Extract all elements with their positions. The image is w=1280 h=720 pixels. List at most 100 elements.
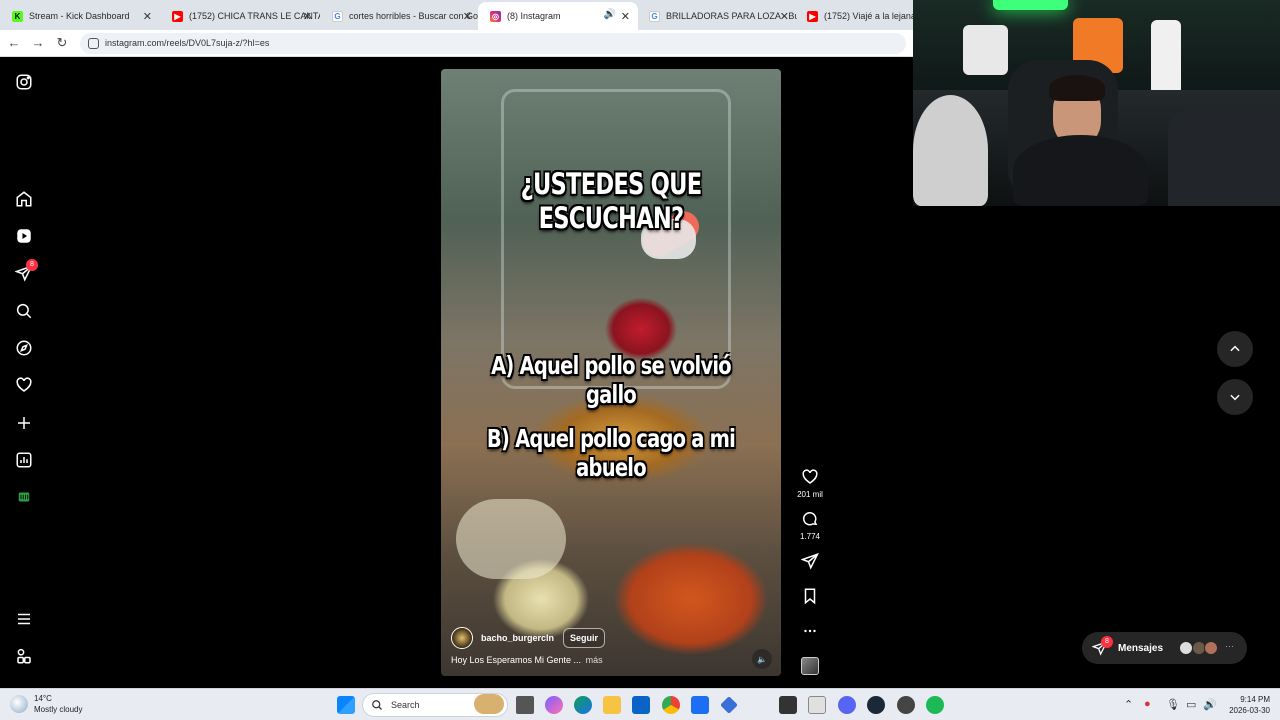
streamer-hair: [1049, 75, 1105, 101]
close-icon[interactable]: ✕: [621, 10, 630, 23]
microphone-icon[interactable]: 🎙: [1166, 698, 1180, 711]
caption-question: ¿USTEDES QUE ESCUCHAN?: [520, 167, 703, 235]
tab-title: (8) Instagram: [507, 11, 561, 21]
dashboard-icon[interactable]: [14, 450, 34, 470]
address-bar[interactable]: instagram.com/reels/DV0L7suja-z/?hl=es: [80, 33, 906, 54]
close-icon[interactable]: ✕: [463, 10, 472, 23]
chrome-icon[interactable]: [662, 696, 680, 714]
system-clock[interactable]: 9:14 PM 2026-03-30: [1222, 694, 1270, 716]
mute-icon[interactable]: 🔈: [752, 649, 772, 669]
back-arrow-icon[interactable]: ←: [6, 35, 22, 51]
search-icon[interactable]: [14, 301, 34, 321]
weather-condition: Mostly cloudy: [34, 705, 83, 714]
capcut-icon[interactable]: [779, 696, 797, 714]
obs-icon[interactable]: [897, 696, 915, 714]
google-favicon-icon: G: [332, 10, 343, 22]
discord-icon[interactable]: [838, 696, 856, 714]
person-left: [913, 95, 988, 206]
search-placeholder: Search: [391, 700, 420, 710]
more-link[interactable]: más: [586, 655, 603, 665]
neon-light: [993, 0, 1068, 10]
instagram-logo-icon[interactable]: [14, 72, 34, 92]
search-highlight-icon[interactable]: [474, 694, 504, 714]
outlook-icon[interactable]: [632, 696, 650, 714]
more-dots-icon: ···: [1225, 641, 1234, 651]
youtube-favicon-icon: ▶: [807, 10, 818, 22]
close-icon[interactable]: ✕: [303, 10, 312, 23]
app-icon[interactable]: [720, 696, 738, 714]
tab-title: (1752) Viajé a la lejana TR: [824, 11, 913, 21]
jersey-white: [963, 25, 1008, 75]
notification-badge: 8: [26, 259, 38, 271]
sauce-cup: [456, 499, 566, 579]
messages-button[interactable]: 8 Mensajes ···: [1082, 632, 1247, 664]
reload-icon[interactable]: ↻: [54, 35, 70, 51]
next-reel-button[interactable]: [1217, 379, 1253, 415]
like-button[interactable]: 201 mil: [790, 468, 830, 499]
edge-icon[interactable]: [574, 696, 592, 714]
jersey-hanging: [1151, 20, 1181, 95]
tab-instagram[interactable]: ◎ (8) Instagram 🔊 ✕: [478, 2, 638, 30]
forward-arrow-icon[interactable]: →: [30, 35, 46, 51]
search-icon: [372, 700, 382, 710]
author-avatar[interactable]: [451, 627, 473, 649]
tab-title: Stream - Kick Dashboard: [29, 11, 130, 21]
spotify-icon[interactable]: [926, 696, 944, 714]
close-icon[interactable]: ✕: [780, 10, 789, 23]
previous-reel-button[interactable]: [1217, 331, 1253, 367]
meta-apps-icon[interactable]: [14, 646, 34, 666]
file-explorer-icon[interactable]: [603, 696, 621, 714]
tab-google-cortes[interactable]: G cortes horribles - Buscar con Go ✕: [320, 2, 480, 30]
microsoft-store-icon[interactable]: [691, 696, 709, 714]
explore-icon[interactable]: [14, 338, 34, 358]
comment-icon: [803, 512, 818, 526]
menu-icon[interactable]: [14, 609, 34, 629]
tab-title: (1752) CHICA TRANS LE CANTA: [189, 11, 320, 21]
weather-widget[interactable]: 14°C Mostly cloudy: [10, 693, 82, 715]
tab-title: BRILLADORAS PARA LOZA - Bus: [666, 11, 797, 21]
messenger-icon: 8: [1091, 636, 1113, 656]
save-button[interactable]: [790, 587, 830, 605]
tab-youtube-chica[interactable]: ▶ (1752) CHICA TRANS LE CANTA ✕: [160, 2, 320, 30]
page-scrollbar[interactable]: [1272, 206, 1280, 688]
steam-icon[interactable]: [867, 696, 885, 714]
webcam-overlay: [913, 0, 1280, 206]
network-icon[interactable]: ▭: [1186, 698, 1196, 711]
direct-messages-icon[interactable]: 8: [14, 259, 38, 283]
follow-button[interactable]: Seguir: [563, 628, 606, 648]
speaker-icon[interactable]: 🔊: [604, 9, 616, 20]
clock-date: 2026-03-30: [1229, 706, 1270, 715]
tab-title: cortes horribles - Buscar con Go: [349, 11, 479, 21]
reels-icon[interactable]: [14, 226, 34, 246]
create-icon[interactable]: [14, 413, 34, 433]
caption-option-a: A) Aquel pollo se volvió gallo: [491, 351, 732, 409]
instagram-favicon-icon: ◎: [490, 10, 501, 22]
more-options-button[interactable]: [790, 622, 830, 640]
windows-start-icon[interactable]: [337, 696, 355, 714]
tab-google-brilladoras[interactable]: G BRILLADORAS PARA LOZA - Bus ✕: [637, 2, 797, 30]
close-icon[interactable]: ✕: [143, 10, 152, 23]
notepad-icon[interactable]: [808, 696, 826, 714]
author-name[interactable]: bacho_burgercln: [481, 633, 554, 643]
threads-icon[interactable]: [14, 487, 34, 507]
comment-button[interactable]: 1.774: [790, 510, 830, 541]
tab-youtube-viaje[interactable]: ▶ (1752) Viajé a la lejana TR: [795, 2, 913, 30]
heart-icon: [802, 469, 818, 484]
audio-thumbnail[interactable]: [801, 657, 819, 675]
tray-app-icon[interactable]: ●: [1144, 698, 1151, 710]
task-view-icon[interactable]: [516, 696, 534, 714]
copilot-icon[interactable]: [545, 696, 563, 714]
share-button[interactable]: [790, 552, 830, 570]
weather-text: 14°C Mostly cloudy: [34, 693, 82, 715]
chevron-up-icon: [1230, 345, 1240, 352]
browser-tab-bar: K Stream - Kick Dashboard ✕ ▶ (1752) CHI…: [0, 0, 913, 30]
site-info-icon[interactable]: [88, 38, 99, 49]
reel-author: bacho_burgercln Seguir: [451, 627, 606, 649]
reel-video[interactable]: ¿USTEDES QUE ESCUCHAN? A) Aquel pollo se…: [441, 69, 781, 676]
chevron-up-icon[interactable]: ⌃: [1124, 698, 1133, 711]
home-icon[interactable]: [14, 189, 34, 209]
notifications-heart-icon[interactable]: [14, 375, 34, 395]
tab-kick-dashboard[interactable]: K Stream - Kick Dashboard ✕: [0, 2, 160, 30]
volume-icon[interactable]: 🔊: [1203, 698, 1217, 711]
reel-description: Hoy Los Esperamos Mi Gente ... más: [451, 655, 603, 665]
